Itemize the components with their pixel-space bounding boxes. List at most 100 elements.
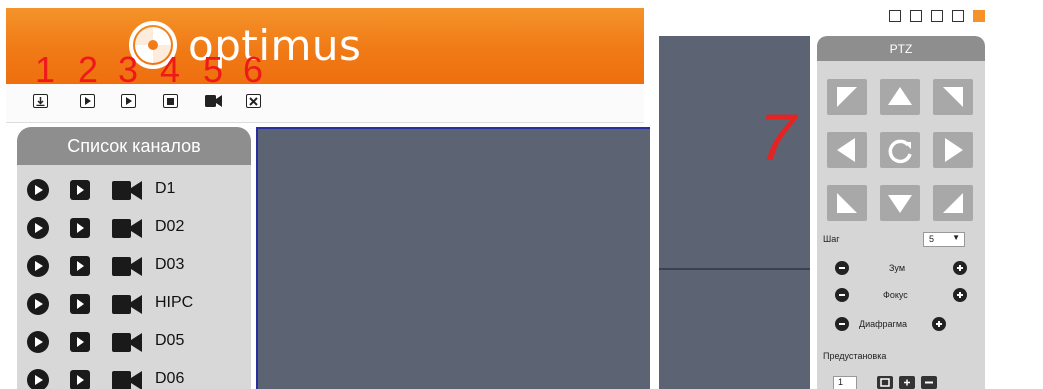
channel-playback-button[interactable]: [70, 370, 90, 389]
ptz-left-button[interactable]: [827, 132, 867, 168]
ptz-down-button[interactable]: [880, 185, 920, 221]
play-button[interactable]: [80, 94, 95, 108]
camera-icon: [112, 219, 142, 238]
video-viewport[interactable]: [256, 127, 650, 389]
channel-playback-button[interactable]: [70, 218, 90, 238]
channel-play-button[interactable]: [27, 293, 49, 315]
step-select[interactable]: 5 ▼: [923, 232, 965, 247]
arrow-down-left-icon: [837, 193, 857, 213]
channel-record-button[interactable]: [112, 333, 142, 352]
annotation-number-2: 2: [78, 49, 99, 90]
step-value: 5: [929, 234, 935, 244]
play-square-icon: [77, 299, 84, 309]
channel-row[interactable]: D1: [17, 175, 251, 205]
minus-icon: [839, 294, 845, 296]
channel-label: D03: [155, 256, 185, 273]
camera-icon: [205, 95, 222, 107]
play-square-icon: [77, 375, 84, 385]
preset-goto-button[interactable]: [899, 376, 915, 389]
preset-input[interactable]: 1: [833, 376, 857, 389]
channel-playback-button[interactable]: [70, 294, 90, 314]
channel-play-button[interactable]: [27, 217, 49, 239]
brand-bar: optimus: [6, 8, 644, 84]
video-viewport-right[interactable]: [659, 36, 810, 389]
ptz-auto-rotate-button[interactable]: [880, 132, 920, 168]
play-square-icon: [77, 223, 84, 233]
ptz-up-left-button[interactable]: [827, 79, 867, 115]
camera-icon: [112, 257, 142, 276]
channel-row[interactable]: HIPC: [17, 289, 251, 319]
ptz-up-right-button[interactable]: [933, 79, 973, 115]
camera-icon: [112, 295, 142, 314]
channel-label: D02: [155, 218, 185, 235]
channel-record-button[interactable]: [112, 371, 142, 389]
camera-icon: [112, 333, 142, 352]
layout-9-button[interactable]: [952, 10, 964, 22]
ptz-right-button[interactable]: [933, 132, 973, 168]
channel-record-button[interactable]: [112, 219, 142, 238]
left-screen: optimus 1 2 3 4 5 6 Список каналов D1 D02…: [0, 0, 650, 389]
play-icon: [125, 97, 132, 105]
channel-row[interactable]: D03: [17, 251, 251, 281]
preset-goto-icon: [904, 379, 910, 386]
play-icon: [84, 97, 91, 105]
focus-far-button[interactable]: [953, 288, 967, 302]
iris-close-button[interactable]: [835, 317, 849, 331]
channel-list-title: Список каналов: [17, 127, 251, 165]
zoom-in-button[interactable]: [953, 261, 967, 275]
channel-label: D1: [155, 180, 176, 197]
annotation-number-6: 6: [243, 49, 264, 90]
plus-icon: [957, 292, 963, 298]
channel-record-button[interactable]: [112, 257, 142, 276]
preset-set-button[interactable]: [877, 376, 893, 389]
channel-row[interactable]: D06: [17, 365, 251, 389]
close-all-button[interactable]: [246, 94, 261, 108]
channel-playback-button[interactable]: [70, 332, 90, 352]
preset-set-icon: [880, 378, 890, 387]
play-square-icon: [77, 261, 84, 271]
arrow-up-right-icon: [943, 87, 963, 107]
channel-playback-button[interactable]: [70, 256, 90, 276]
download-icon: [36, 96, 45, 106]
layout-single-button[interactable]: [910, 10, 922, 22]
layout-4-button[interactable]: [931, 10, 943, 22]
preset-delete-button[interactable]: [921, 376, 937, 389]
preset-label: Предустановка: [823, 351, 887, 361]
annotation-number-4: 4: [160, 49, 181, 90]
channel-playback-button[interactable]: [70, 180, 90, 200]
iris-open-button[interactable]: [932, 317, 946, 331]
channel-play-button[interactable]: [27, 331, 49, 353]
channel-record-button[interactable]: [112, 181, 142, 200]
download-button[interactable]: [33, 94, 48, 108]
right-screen: 7 PTZ Шаг 5 ▼ Зум Фокус Диафрагма Предус…: [659, 0, 1043, 389]
playback-button[interactable]: [121, 94, 136, 108]
channel-row[interactable]: D05: [17, 327, 251, 357]
layout-16-button[interactable]: [973, 10, 985, 22]
stop-button[interactable]: [163, 94, 178, 108]
arrow-right-icon: [945, 138, 963, 162]
annotation-number-3: 3: [118, 49, 139, 90]
zoom-out-button[interactable]: [835, 261, 849, 275]
play-circle-icon: [35, 299, 43, 309]
camera-icon: [112, 371, 142, 389]
record-button[interactable]: [205, 94, 222, 108]
minus-icon: [839, 323, 845, 325]
preset-delete-icon: [925, 381, 933, 384]
layout-1x1-button[interactable]: [889, 10, 901, 22]
arrow-down-right-icon: [943, 193, 963, 213]
channel-play-button[interactable]: [27, 179, 49, 201]
ptz-up-button[interactable]: [880, 79, 920, 115]
arrow-up-icon: [888, 87, 912, 105]
channel-row[interactable]: D02: [17, 213, 251, 243]
ptz-down-left-button[interactable]: [827, 185, 867, 221]
ptz-down-right-button[interactable]: [933, 185, 973, 221]
focus-near-button[interactable]: [835, 288, 849, 302]
channel-label: HIPC: [155, 294, 194, 311]
channel-play-button[interactable]: [27, 255, 49, 277]
play-square-icon: [77, 185, 84, 195]
iris-label: Диафрагма: [859, 319, 908, 329]
channel-record-button[interactable]: [112, 295, 142, 314]
play-circle-icon: [35, 261, 43, 271]
channel-play-button[interactable]: [27, 369, 49, 389]
step-label: Шаг: [823, 234, 840, 244]
